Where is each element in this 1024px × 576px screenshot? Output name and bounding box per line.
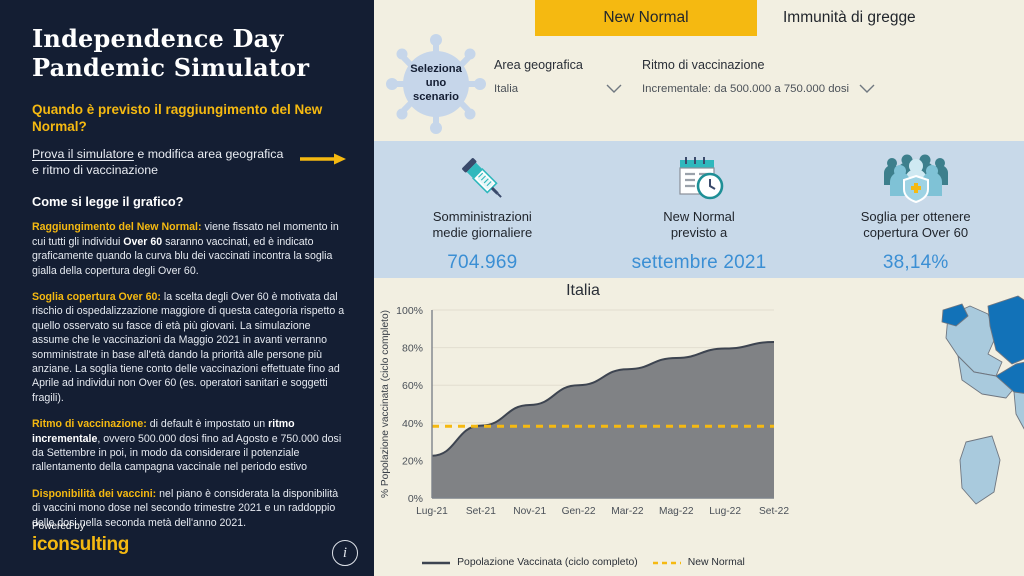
legend-line-dashed-icon <box>652 561 681 564</box>
kpi-value: settembre 2021 <box>631 251 767 273</box>
area-dropdown-value: Italia <box>494 83 519 95</box>
tab-new-normal[interactable]: New Normal <box>535 0 757 36</box>
rhythm-dropdown[interactable]: Incrementale: da 500.000 a 750.000 dosi <box>642 83 875 95</box>
kpi-title-line-2: medie giornaliere <box>432 225 533 241</box>
area-dropdown[interactable]: Italia <box>494 83 646 95</box>
italy-choropleth-map[interactable] <box>940 280 1024 562</box>
kpi-title: Somministrazioni medie giornaliere <box>432 209 532 242</box>
kpi-title-line-1: Soglia per ottenere <box>860 209 971 224</box>
kpi-title: Soglia per ottenere copertura Over 60 <box>861 209 971 242</box>
scenario-label-line-3: scenario <box>412 90 460 103</box>
region-toscana[interactable] <box>1013 391 1024 446</box>
kpi-value: 704.969 <box>447 251 518 273</box>
region-sardegna[interactable] <box>959 435 1001 505</box>
area-dropdown-label: Area geografica <box>494 58 583 72</box>
kpi-title: New Normal previsto a <box>663 209 735 242</box>
legend-item-vaccinata: Popolazione Vaccinata (ciclo completo) <box>421 557 638 568</box>
chart-panel: Italia 0% 20% 40% 60% 80% 100% Lug-21 Set-21 Nov… <box>374 278 792 576</box>
paragraph-body-1: di default è impostato un <box>146 418 269 431</box>
area-dropdown-group: Area geografica Italia <box>494 58 646 95</box>
scenario-label: Seleziona uno scenario <box>382 32 490 136</box>
map-panel: Lug-21 Nov-21 <box>792 278 1024 576</box>
x-axis-tick-label: Nov-21 <box>513 506 546 517</box>
app-root: Independence Day Pandemic Simulator Quan… <box>0 0 1024 576</box>
sidebar-paragraph-soglia: Soglia copertura Over 60: la scelta degl… <box>32 290 348 405</box>
legend-line-solid-icon <box>422 561 451 564</box>
x-axis-tick-label: Mar-22 <box>611 506 644 517</box>
scenario-label-line-1: Seleziona <box>410 63 462 76</box>
syringe-icon <box>454 150 510 206</box>
controls-bar: Seleziona uno scenario Area geografica I… <box>374 34 1024 134</box>
area-chart[interactable]: 0% 20% 40% 60% 80% 100% Lug-21 Set-21 Nov-21 Gen-… <box>374 300 792 550</box>
kpi-card-new-normal: New Normal previsto a settembre 2021 <box>591 141 808 278</box>
kpi-value: 38,14% <box>882 251 949 273</box>
sidebar: Independence Day Pandemic Simulator Quan… <box>0 0 374 576</box>
x-axis-tick-label: Lug-22 <box>709 506 741 517</box>
sidebar-paragraph-new-normal: Raggiungimento del New Normal: viene fis… <box>32 220 348 278</box>
sidebar-howto-heading: Come si legge il grafico? <box>32 194 184 210</box>
sidebar-paragraph-ritmo: Ritmo di vaccinazione: di default è impo… <box>32 417 348 475</box>
paragraph-key: Ritmo di vaccinazione: <box>32 418 147 431</box>
chevron-down-icon <box>606 84 622 93</box>
y-axis-tick-label: 60% <box>402 380 423 392</box>
kpi-card-somministrazioni: Somministrazioni medie giornaliere 704.9… <box>374 141 591 278</box>
kpi-title-line-2: previsto a <box>670 225 728 241</box>
chevron-down-icon <box>859 84 875 93</box>
x-axis-tick-label: Gen-22 <box>562 506 596 517</box>
paragraph-key: Soglia copertura Over 60: <box>32 290 161 303</box>
scenario-label-line-2: uno <box>425 77 447 90</box>
paragraph-body-1: la scelta degli Over 60 è motivata dal r… <box>32 290 345 404</box>
chart-title: Italia <box>566 282 600 299</box>
x-axis-tick-label: Set-22 <box>759 506 789 517</box>
y-axis-tick-label: 40% <box>402 418 423 430</box>
y-axis-tick-label: 100% <box>396 305 423 317</box>
paragraph-key: Raggiungimento del New Normal: <box>32 221 202 234</box>
area-fill <box>432 341 774 498</box>
y-axis-title: % Popolazione vaccinata (ciclo completo) <box>380 310 391 498</box>
kpi-title-line-2: copertura Over 60 <box>863 225 969 241</box>
iconsulting-logo: iconsulting <box>32 534 129 555</box>
sidebar-question: Quando è previsto il raggiungimento del … <box>32 101 323 134</box>
rhythm-dropdown-group: Ritmo di vaccinazione Incrementale: da 5… <box>642 58 875 95</box>
tab-immunita-di-gregge[interactable]: Immunità di gregge <box>757 0 942 36</box>
powered-by-label: Powered by <box>32 521 85 532</box>
x-axis-tick-label: Lug-21 <box>416 506 448 517</box>
info-icon[interactable]: i <box>332 540 358 566</box>
tab-bar: New Normal Immunità di gregge <box>374 0 1024 36</box>
try-simulator-link[interactable]: Prova il simulatore <box>32 147 134 161</box>
main-pane: New Normal Immunità di gregge Seleziona … <box>374 0 1024 576</box>
y-axis-tick-label: 0% <box>408 493 423 505</box>
page-title: Independence Day Pandemic Simulator <box>32 24 310 83</box>
powered-by-block: Powered by iconsulting <box>32 521 129 556</box>
paragraph-bold: Over 60 <box>123 235 163 248</box>
scenario-selector[interactable]: Seleziona uno scenario <box>382 32 490 136</box>
paragraph-key: Disponibilità dei vaccini: <box>32 487 157 500</box>
legend-label: New Normal <box>687 557 745 568</box>
rhythm-dropdown-label: Ritmo di vaccinazione <box>642 58 765 72</box>
calendar-clock-icon <box>671 150 727 206</box>
x-axis-tick-label: Mag-22 <box>659 506 694 517</box>
people-shield-icon <box>881 150 951 206</box>
rhythm-dropdown-value: Incrementale: da 500.000 a 750.000 dosi <box>642 83 850 95</box>
region-lombardia[interactable] <box>987 295 1024 365</box>
y-axis-tick-label: 80% <box>402 343 423 355</box>
y-axis-tick-label: 20% <box>402 455 423 467</box>
sidebar-lead: Prova il simulatore e modifica area geog… <box>32 146 348 178</box>
kpi-card-soglia: Soglia per ottenere copertura Over 60 38… <box>807 141 1024 278</box>
arrow-right-icon <box>300 153 346 165</box>
kpi-title-line-1: New Normal <box>663 209 735 224</box>
legend-item-new-normal: New Normal <box>652 557 745 568</box>
x-axis-tick-label: Set-21 <box>466 506 496 517</box>
chart-legend: Popolazione Vaccinata (ciclo completo) N… <box>374 557 792 568</box>
legend-label: Popolazione Vaccinata (ciclo completo) <box>457 557 638 568</box>
kpi-strip: Somministrazioni medie giornaliere 704.9… <box>374 141 1024 278</box>
kpi-title-line-1: Somministrazioni <box>432 209 532 224</box>
